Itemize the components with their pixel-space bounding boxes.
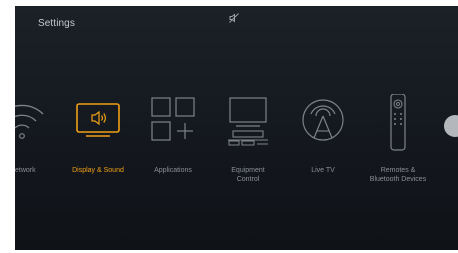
- page-title: Settings: [38, 18, 75, 29]
- mute-icon: [229, 13, 239, 23]
- remote-icon: [390, 94, 406, 151]
- equipment-control-icon: [228, 97, 268, 146]
- tile-label-network: etwork: [15, 167, 36, 174]
- applications-icon: [151, 97, 195, 141]
- tile-label-live-tv: Live TV: [311, 167, 335, 174]
- tile-label-display-sound: Display & Sound: [72, 167, 124, 174]
- tile-label-applications: Applications: [154, 167, 192, 174]
- tile-label-remotes-bluetooth: Remotes & Bluetooth Devices: [369, 167, 427, 183]
- wifi-icon: [15, 104, 44, 139]
- tile-label-equipment-control: Equipment Control: [231, 167, 265, 183]
- antenna-icon: [302, 99, 344, 141]
- next-item-circle: [444, 115, 458, 137]
- display-sound-icon: [76, 103, 120, 137]
- settings-screen: Settings etwork Display & Sound Applicat…: [15, 6, 458, 250]
